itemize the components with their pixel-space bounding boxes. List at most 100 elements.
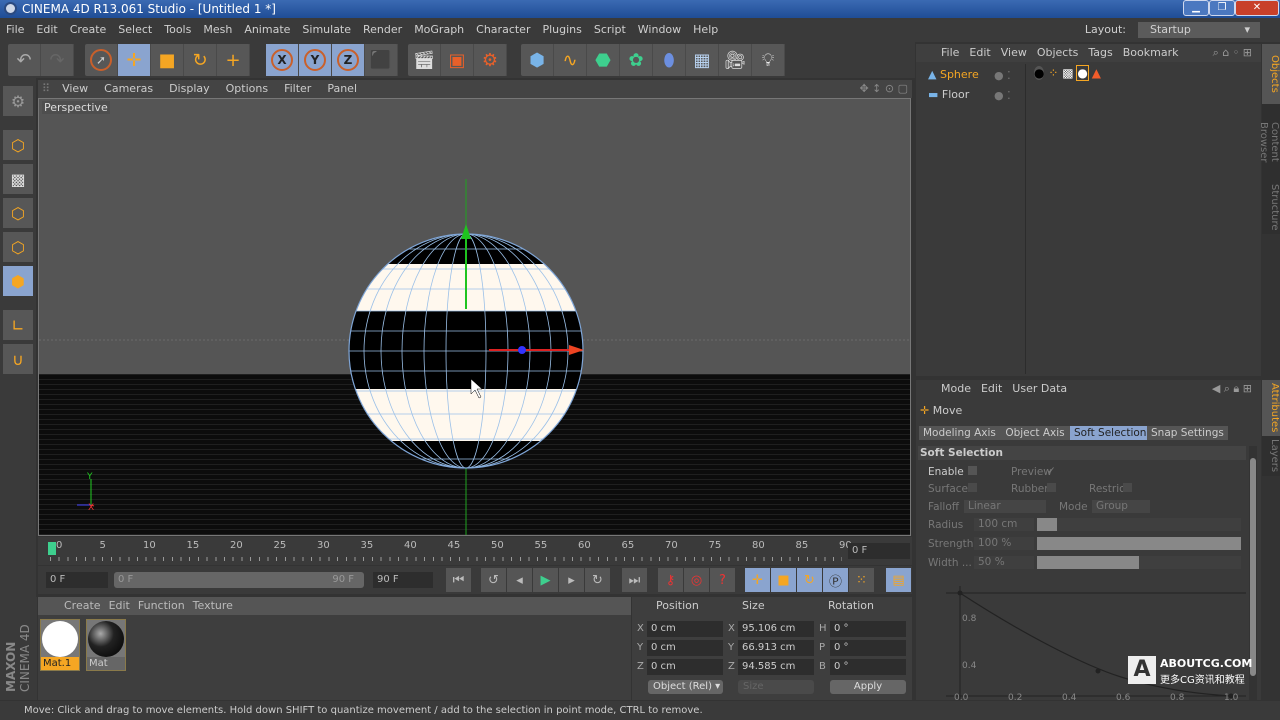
material-menu-function[interactable]: Function bbox=[134, 599, 189, 612]
selection-tag-icon[interactable]: ⁘ bbox=[1048, 66, 1058, 80]
radius-field[interactable]: 100 cm bbox=[974, 518, 1034, 531]
rubber-checkbox[interactable] bbox=[1047, 483, 1056, 492]
menu-window[interactable]: Window bbox=[632, 18, 687, 42]
next-frame-button[interactable]: ▸ bbox=[559, 568, 584, 592]
snap-button[interactable]: ∪ bbox=[3, 344, 33, 374]
size-mode-select[interactable]: Size bbox=[738, 680, 814, 694]
key-point-level-button[interactable]: ⁙ bbox=[849, 568, 874, 592]
tab-soft-selection[interactable]: Soft Selection bbox=[1070, 426, 1151, 440]
viewport-menu-view[interactable]: View bbox=[54, 82, 96, 95]
z-axis-lock-button[interactable]: Z bbox=[332, 44, 365, 76]
coordinate-mode-select[interactable]: Object (Rel) ▾ bbox=[648, 680, 723, 694]
surface-checkbox[interactable] bbox=[968, 483, 977, 492]
preview-checkbox[interactable]: ✓ bbox=[1047, 465, 1056, 477]
record-key-button[interactable]: ⚷ bbox=[658, 568, 683, 592]
position-z-field[interactable]: 0 cm bbox=[647, 659, 723, 675]
live-selection-button[interactable]: ➚ bbox=[85, 44, 118, 76]
restrict-checkbox[interactable] bbox=[1123, 483, 1132, 492]
menu-simulate[interactable]: Simulate bbox=[296, 18, 357, 42]
rotate-button[interactable]: ↻ bbox=[184, 44, 217, 76]
render-picture-viewer-button[interactable]: ▣ bbox=[441, 44, 474, 76]
tab-object-axis[interactable]: Object Axis bbox=[1000, 426, 1070, 440]
object-menu-view[interactable]: View bbox=[996, 46, 1032, 59]
autokey-button[interactable]: ◎ bbox=[684, 568, 709, 592]
timeline-ruler[interactable]: 0 5 10 15 20 25 30 35 40 45 50 55 60 65 70 75 80 85 90 0 F bbox=[38, 537, 912, 565]
texture-tag-white-icon[interactable]: ● bbox=[1076, 65, 1089, 81]
object-menu-objects[interactable]: Objects bbox=[1032, 46, 1084, 59]
material-menu-edit[interactable]: Edit bbox=[105, 599, 134, 612]
go-to-start-button[interactable]: ⏮ bbox=[446, 568, 471, 592]
prev-key-button[interactable]: ↺ bbox=[481, 568, 506, 592]
attribute-toolbar-icons[interactable]: ◀ ⌕ 🔒︎ ⊞ bbox=[1207, 380, 1257, 398]
radius-slider[interactable] bbox=[1037, 518, 1241, 531]
falloff-select[interactable]: Linear bbox=[964, 500, 1046, 513]
spline-button[interactable]: ∿ bbox=[554, 44, 587, 76]
menu-file[interactable]: File bbox=[0, 18, 30, 42]
strength-field[interactable]: 100 % bbox=[974, 537, 1034, 550]
width-field[interactable]: 50 % bbox=[974, 556, 1034, 569]
object-menu-edit[interactable]: Edit bbox=[964, 46, 995, 59]
viewport-nav-icons[interactable]: ✥ ↕ ⊙ ▢ bbox=[859, 80, 908, 98]
light-button[interactable]: 💡︎ bbox=[752, 44, 785, 76]
recent-tool-button[interactable]: + bbox=[217, 44, 250, 76]
rotation-b-field[interactable]: 0 ° bbox=[830, 659, 906, 675]
next-key-button[interactable]: ↻ bbox=[585, 568, 610, 592]
texture-mode-button[interactable]: ▩ bbox=[3, 164, 33, 194]
render-view-button[interactable]: 🎬︎ bbox=[408, 44, 441, 76]
enable-checkbox[interactable] bbox=[968, 466, 977, 475]
rotation-h-field[interactable]: 0 ° bbox=[830, 621, 906, 637]
playhead[interactable] bbox=[48, 542, 56, 555]
drag-handle-icon[interactable]: ⠿ bbox=[38, 82, 54, 95]
visibility-dots[interactable]: ● ⁚ bbox=[994, 89, 1011, 102]
tab-attributes[interactable]: Attributes bbox=[1262, 380, 1280, 436]
size-y-field[interactable]: 66.913 cm bbox=[738, 640, 814, 656]
mode-select[interactable]: Group bbox=[1092, 500, 1150, 513]
cube-button[interactable]: ⬢ bbox=[521, 44, 554, 76]
apply-button[interactable]: Apply bbox=[830, 680, 906, 694]
key-scale-button[interactable]: ■ bbox=[771, 568, 796, 592]
move-button[interactable]: ✛ bbox=[118, 44, 151, 76]
floor-button[interactable]: ▦ bbox=[686, 44, 719, 76]
object-menu-file[interactable]: File bbox=[936, 46, 964, 59]
material-menu-texture[interactable]: Texture bbox=[189, 599, 237, 612]
key-position-button[interactable]: ✛ bbox=[745, 568, 770, 592]
menu-plugins[interactable]: Plugins bbox=[536, 18, 587, 42]
menu-mograph[interactable]: MoGraph bbox=[408, 18, 470, 42]
frame-range-slider[interactable]: 0 F 90 F bbox=[114, 572, 364, 588]
phong-tag-icon[interactable]: ▲ bbox=[1092, 66, 1101, 80]
viewport-menu-filter[interactable]: Filter bbox=[276, 82, 319, 95]
menu-edit[interactable]: Edit bbox=[30, 18, 63, 42]
x-axis-lock-button[interactable]: X bbox=[266, 44, 299, 76]
timeline-window-button[interactable]: ▤ bbox=[886, 568, 911, 592]
object-row-floor[interactable]: ▬ Floor bbox=[928, 88, 969, 101]
menu-mesh[interactable]: Mesh bbox=[197, 18, 238, 42]
viewport-menu-cameras[interactable]: Cameras bbox=[96, 82, 161, 95]
scale-button[interactable]: ■ bbox=[151, 44, 184, 76]
menu-create[interactable]: Create bbox=[64, 18, 113, 42]
object-menu-bookmark[interactable]: Bookmark bbox=[1118, 46, 1184, 59]
axis-mode-button[interactable]: ∟ bbox=[3, 310, 33, 340]
deformer-button[interactable]: ⬮ bbox=[653, 44, 686, 76]
nurbs-button[interactable]: ⬣ bbox=[587, 44, 620, 76]
points-mode-button[interactable]: ⬡ bbox=[3, 198, 33, 228]
close-button[interactable]: ✕ bbox=[1235, 0, 1279, 16]
visibility-dots[interactable]: ● ⁚ bbox=[994, 69, 1011, 82]
size-z-field[interactable]: 94.585 cm bbox=[738, 659, 814, 675]
start-frame-field[interactable]: 0 F bbox=[46, 572, 108, 588]
redo-button[interactable]: ↷ bbox=[41, 44, 74, 76]
make-editable-button[interactable]: ⚙ bbox=[3, 86, 33, 116]
coordinate-system-button[interactable]: ⬛ bbox=[365, 44, 398, 76]
checker-tag-icon[interactable]: ▩ bbox=[1062, 66, 1073, 80]
key-rotation-button[interactable]: ↻ bbox=[797, 568, 822, 592]
object-toolbar-icons[interactable]: ⌕ ⌂ ◦ ⊞ bbox=[1208, 44, 1257, 62]
tab-modeling-axis[interactable]: Modeling Axis bbox=[919, 426, 1000, 440]
key-parameter-button[interactable]: Ⓟ bbox=[823, 568, 848, 592]
restore-button[interactable]: ❐ bbox=[1209, 0, 1235, 16]
scrollbar-thumb[interactable] bbox=[1250, 458, 1256, 676]
polygons-mode-button[interactable]: ⬢ bbox=[3, 266, 33, 296]
viewport-menu-panel[interactable]: Panel bbox=[319, 82, 365, 95]
position-x-field[interactable]: 0 cm bbox=[647, 621, 723, 637]
y-axis-lock-button[interactable]: Y bbox=[299, 44, 332, 76]
menu-animate[interactable]: Animate bbox=[238, 18, 296, 42]
position-y-field[interactable]: 0 cm bbox=[647, 640, 723, 656]
